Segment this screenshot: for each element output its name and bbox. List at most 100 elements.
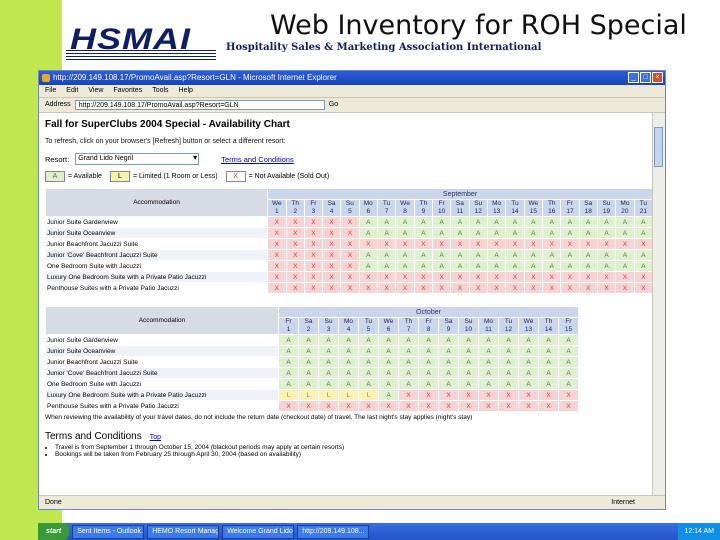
availability-cell: X bbox=[418, 389, 439, 401]
room-type: Junior Suite Oceanview bbox=[44, 227, 269, 239]
availability-cell: A bbox=[468, 216, 488, 228]
go-button[interactable]: Go bbox=[329, 98, 338, 112]
terms-item: Travel is from September 1 through Octob… bbox=[55, 444, 653, 451]
availability-cell: X bbox=[542, 238, 562, 250]
availability-cell: A bbox=[278, 378, 299, 390]
resort-select[interactable]: Grand Lido Negril bbox=[75, 153, 200, 165]
availability-cell: X bbox=[542, 282, 562, 294]
day-header: Su 10 bbox=[458, 317, 479, 335]
system-clock: 12:14 AM bbox=[678, 523, 720, 540]
availability-cell: X bbox=[395, 271, 415, 283]
start-button[interactable]: start bbox=[38, 523, 70, 540]
availability-cell: X bbox=[596, 271, 617, 283]
scroll-thumb[interactable] bbox=[654, 127, 663, 167]
terms-link[interactable]: Terms and Conditions bbox=[221, 155, 294, 164]
availability-cell: X bbox=[615, 238, 635, 250]
availability-cell: X bbox=[560, 271, 580, 283]
availability-cell: X bbox=[285, 238, 305, 250]
availability-cell: X bbox=[358, 271, 379, 283]
availability-cell: A bbox=[478, 367, 499, 379]
availability-cell: X bbox=[538, 400, 559, 412]
day-header: Fr 10 bbox=[432, 199, 452, 217]
day-header: Th 7 bbox=[398, 317, 419, 335]
day-header: Fr 3 bbox=[303, 199, 323, 217]
availability-cell: A bbox=[298, 378, 319, 390]
availability-cell: A bbox=[318, 378, 339, 390]
room-type: Luxury One Bedroom Suite with a Private … bbox=[44, 271, 269, 283]
availability-cell: A bbox=[538, 378, 559, 390]
day-header: Sa 9 bbox=[438, 317, 459, 335]
availability-cell: X bbox=[486, 238, 507, 250]
availability-cell: X bbox=[518, 389, 539, 401]
availability-cell: X bbox=[376, 282, 397, 294]
availability-cell: X bbox=[498, 400, 519, 412]
accommodation-header: Accommodation bbox=[44, 188, 269, 217]
availability-cell: A bbox=[578, 249, 598, 261]
availability-cell: X bbox=[538, 389, 559, 401]
availability-cell: A bbox=[615, 249, 635, 261]
availability-cell: A bbox=[498, 356, 519, 368]
day-header: Tu 5 bbox=[358, 317, 379, 335]
day-header: Mo 6 bbox=[358, 199, 379, 217]
status-bar: Done Internet bbox=[39, 495, 665, 509]
menu-file[interactable]: File bbox=[45, 85, 56, 97]
taskbar-item[interactable]: HEMO Resort Manage... bbox=[147, 524, 220, 539]
availability-cell: X bbox=[458, 389, 479, 401]
availability-cell: A bbox=[298, 334, 319, 346]
availability-cell: A bbox=[560, 249, 580, 261]
availability-cell: A bbox=[338, 345, 359, 357]
taskbar-item[interactable]: Welcome Grand Lido... bbox=[222, 524, 295, 539]
vertical-scrollbar[interactable] bbox=[652, 113, 665, 495]
availability-cell: A bbox=[468, 227, 488, 239]
availability-cell: A bbox=[560, 227, 580, 239]
availability-cell: X bbox=[413, 282, 434, 294]
availability-cell: A bbox=[298, 367, 319, 379]
availability-cell: X bbox=[340, 238, 360, 250]
taskbar-item[interactable]: Sent Items - Outlook... bbox=[72, 524, 145, 539]
availability-cell: X bbox=[438, 389, 459, 401]
menu-help[interactable]: Help bbox=[179, 85, 193, 97]
taskbar-item[interactable]: http://209.149.108... bbox=[297, 524, 370, 539]
availability-cell: A bbox=[505, 216, 525, 228]
menu-tools[interactable]: Tools bbox=[152, 85, 168, 97]
availability-cell: A bbox=[558, 367, 579, 379]
availability-cell: A bbox=[376, 260, 397, 272]
availability-cell: X bbox=[450, 271, 470, 283]
maximize-icon[interactable]: □ bbox=[640, 72, 651, 83]
day-header: Su 19 bbox=[596, 199, 617, 217]
availability-cell: A bbox=[560, 216, 580, 228]
menu-edit[interactable]: Edit bbox=[66, 85, 78, 97]
terms-item: Bookings will be taken from February 25 … bbox=[55, 451, 653, 458]
availability-cell: X bbox=[321, 238, 342, 250]
availability-cell: A bbox=[505, 227, 525, 239]
availability-cell: A bbox=[578, 216, 598, 228]
browser-title-bar[interactable]: http://209.149.108.17/PromoAvail.asp?Res… bbox=[39, 71, 665, 85]
availability-cell: X bbox=[267, 282, 287, 294]
availability-cell: X bbox=[303, 216, 323, 228]
availability-cell: A bbox=[458, 367, 479, 379]
top-link[interactable]: Top bbox=[150, 434, 161, 441]
availability-cell: A bbox=[458, 378, 479, 390]
security-zone: Internet bbox=[611, 499, 635, 506]
menu-favorites[interactable]: Favorites bbox=[113, 85, 142, 97]
address-input[interactable]: http://209.149.108.17/PromoAvail.asp?Res… bbox=[74, 100, 325, 110]
availability-cell: A bbox=[432, 227, 452, 239]
table-row: Junior 'Cove' Beachfront Jacuzzi Suite X X… bbox=[44, 249, 653, 261]
availability-cell: A bbox=[378, 356, 399, 368]
availability-cell: A bbox=[538, 367, 559, 379]
availability-cell: A bbox=[518, 334, 539, 346]
close-icon[interactable]: × bbox=[652, 72, 663, 83]
availability-cell: A bbox=[596, 216, 617, 228]
availability-cell: X bbox=[468, 271, 488, 283]
availability-cell: A bbox=[450, 216, 470, 228]
availability-cell: A bbox=[395, 260, 415, 272]
availability-cell: X bbox=[398, 389, 419, 401]
menu-view[interactable]: View bbox=[88, 85, 103, 97]
october-availability-table: Accommodation October Fr 1 Sa 2 Su 3 Mo 4 Tu 5 We 6 Th… bbox=[45, 306, 579, 412]
table-row: Junior Suite Oceanview X X X X X A A A A A A A A A A A A A… bbox=[44, 227, 653, 239]
availability-cell: X bbox=[450, 238, 470, 250]
minimize-icon[interactable]: _ bbox=[628, 72, 639, 83]
availability-cell: X bbox=[486, 282, 507, 294]
table-row: One Bedroom Suite with Jacuzzi A A A A A A A A A A… bbox=[45, 378, 579, 390]
availability-cell: A bbox=[398, 334, 419, 346]
